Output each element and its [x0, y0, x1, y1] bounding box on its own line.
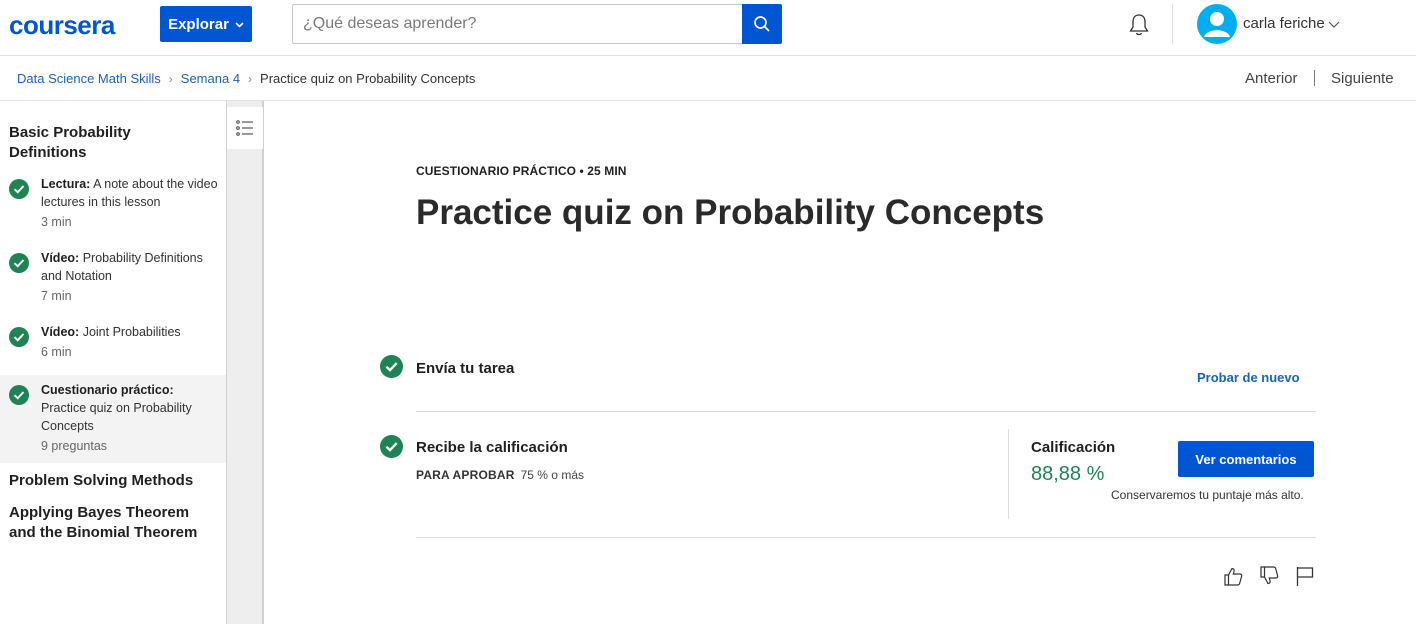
sidebar-item-video-definitions[interactable]: Vídeo: Probability Definitions and Notat… — [0, 249, 226, 309]
list-icon — [236, 120, 253, 136]
breadcrumb-course[interactable]: Data Science Math Skills — [17, 71, 161, 86]
next-link[interactable]: Siguiente — [1331, 70, 1394, 87]
divider — [416, 411, 1316, 412]
bell-icon — [1129, 14, 1149, 36]
coursera-logo[interactable]: coursera — [9, 10, 115, 41]
sidebar-toggle-strip — [226, 101, 264, 624]
nav-divider — [1314, 70, 1315, 86]
breadcrumb-week[interactable]: Semana 4 — [181, 71, 240, 86]
check-circle-icon — [9, 253, 29, 273]
explore-button[interactable]: Explorar — [160, 6, 252, 42]
grade-step-label: Recibe la calificación — [416, 439, 568, 456]
explore-label: Explorar — [168, 15, 229, 33]
top-header: coursera Explorar carla feriche — [0, 0, 1416, 56]
item-type: Vídeo: — [41, 325, 80, 339]
header-divider — [1172, 4, 1173, 44]
chevron-down-icon — [235, 20, 244, 31]
item-kicker: CUESTIONARIO PRÁCTICO • 25 MIN — [416, 164, 627, 178]
check-circle-icon — [380, 435, 403, 458]
sidebar-item-video-joint[interactable]: Vídeo: Joint Probabilities 6 min — [0, 323, 226, 365]
item-meta: 9 preguntas — [41, 439, 108, 453]
chevron-down-icon[interactable] — [1327, 17, 1341, 31]
thumbs-up-icon[interactable] — [1222, 565, 1244, 587]
item-title: Joint Probabilities — [82, 325, 181, 339]
search-input[interactable] — [292, 4, 742, 44]
item-type: Vídeo: — [41, 251, 80, 265]
check-circle-icon — [9, 179, 29, 199]
flag-icon[interactable] — [1294, 565, 1316, 587]
chevron-right-icon: › — [168, 71, 173, 86]
item-meta: 3 min — [41, 215, 72, 229]
user-name[interactable]: carla feriche — [1243, 15, 1325, 32]
divider — [416, 537, 1316, 538]
item-meta: 6 min — [41, 345, 72, 359]
avatar[interactable] — [1197, 4, 1237, 44]
check-circle-icon — [380, 355, 403, 378]
item-type: Lectura: — [41, 177, 91, 191]
highest-score-note: Conservaremos tu puntaje más alto. — [1111, 488, 1304, 502]
vertical-divider — [1008, 429, 1009, 519]
check-circle-icon — [9, 327, 29, 347]
toc-toggle-button[interactable] — [227, 107, 263, 149]
pass-requirement: PARA APROBAR 75 % o más — [416, 468, 584, 482]
retry-link[interactable]: Probar de nuevo — [1197, 370, 1300, 385]
breadcrumb-current: Practice quiz on Probability Concepts — [260, 71, 476, 86]
submit-step-label: Envía tu tarea — [416, 360, 515, 377]
breadcrumb: Data Science Math Skills › Semana 4 › Pr… — [17, 71, 475, 86]
sidebar-section-basic-probability[interactable]: Basic Probability Definitions — [0, 123, 180, 163]
course-sidebar: Basic Probability Definitions Lectura: A… — [0, 101, 226, 624]
thumbs-down-icon[interactable] — [1258, 565, 1280, 587]
pass-key: PARA APROBAR — [416, 468, 515, 482]
page-title: Practice quiz on Probability Concepts — [416, 193, 1045, 232]
avatar-icon — [1204, 12, 1230, 37]
item-type: Cuestionario práctico: — [41, 383, 174, 397]
breadcrumb-bar: Data Science Math Skills › Semana 4 › Pr… — [0, 56, 1416, 101]
sidebar-section-problem-solving[interactable]: Problem Solving Methods — [0, 471, 226, 491]
search-icon — [754, 16, 770, 32]
notifications-button[interactable] — [1126, 12, 1152, 38]
item-meta: 7 min — [41, 289, 72, 303]
previous-link[interactable]: Anterior — [1245, 70, 1298, 87]
sidebar-item-practice-quiz[interactable]: Cuestionario práctico: Practice quiz on … — [0, 375, 226, 463]
chevron-right-icon: › — [248, 71, 253, 86]
sidebar-item-reading[interactable]: Lectura: A note about the video lectures… — [0, 175, 226, 235]
check-circle-icon — [9, 385, 29, 405]
item-title: Practice quiz on Probability Concepts — [41, 401, 192, 433]
pass-value: 75 % o más — [520, 468, 584, 482]
sidebar-section-bayes[interactable]: Applying Bayes Theorem and the Binomial … — [0, 503, 200, 543]
view-feedback-button[interactable]: Ver comentarios — [1178, 441, 1314, 477]
search-button[interactable] — [742, 4, 782, 44]
grade-label: Calificación — [1031, 439, 1116, 456]
grade-value: 88,88 % — [1031, 463, 1105, 485]
